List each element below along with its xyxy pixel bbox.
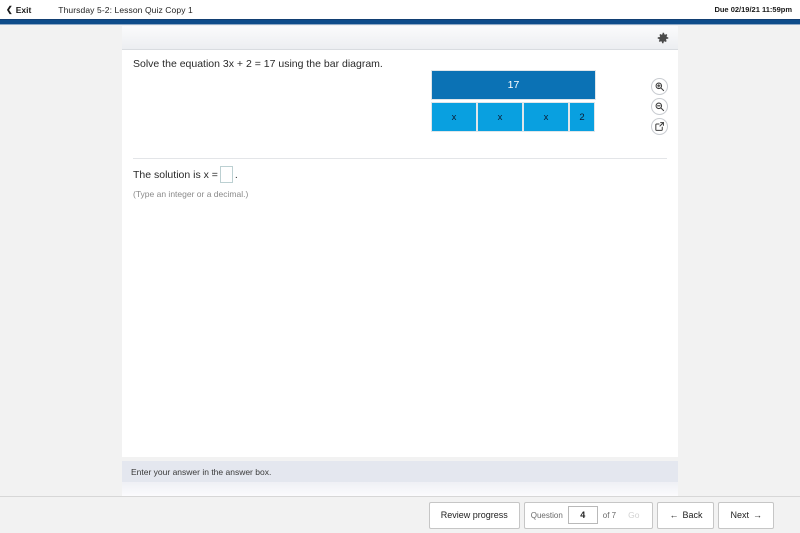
answer-input[interactable] [219, 166, 233, 183]
gear-icon[interactable] [654, 29, 672, 47]
diagram-tools [651, 78, 668, 135]
status-bar: Enter your answer in the answer box. [122, 461, 678, 482]
answer-area: The solution is x = . (Type an integer o… [133, 166, 248, 199]
app-header: ❮ Exit Thursday 5-2: Lesson Quiz Copy 1 … [0, 0, 800, 19]
section-divider [133, 158, 667, 159]
question-label: Question [530, 510, 563, 520]
bar-diagram-part: x [431, 102, 477, 132]
quiz-app: ❮ Exit Thursday 5-2: Lesson Quiz Copy 1 … [0, 0, 800, 533]
question-panel: Solve the equation 3x + 2 = 17 using the… [122, 50, 678, 457]
review-progress-button[interactable]: Review progress [428, 501, 520, 529]
panel-toolbar [122, 26, 678, 50]
bottom-navigation: Review progress Question of 7 Go ← Back … [0, 496, 800, 533]
due-date: Due 02/19/21 11:59pm [714, 5, 792, 14]
pop-out-icon[interactable] [651, 118, 668, 135]
question-prompt: Solve the equation 3x + 2 = 17 using the… [133, 58, 383, 70]
answer-hint: (Type an integer or a decimal.) [133, 189, 249, 199]
zoom-in-icon[interactable] [651, 78, 668, 95]
arrow-right-icon: → [753, 510, 762, 520]
next-button[interactable]: Next → [718, 501, 774, 529]
arrow-left-icon: ← [669, 510, 679, 520]
question-total-label: of 7 [602, 510, 617, 520]
next-label: Next [730, 510, 749, 520]
chevron-left-icon: ❮ [6, 4, 13, 14]
answer-prefix: The solution is x = [133, 168, 218, 181]
back-label: Back [682, 510, 703, 520]
bar-diagram-part: 2 [569, 102, 595, 132]
bar-diagram: 17 x x x 2 [431, 70, 668, 135]
zoom-out-icon[interactable] [651, 98, 668, 115]
answer-suffix: . [234, 168, 238, 181]
question-area: Solve the equation 3x + 2 = 17 using the… [122, 50, 678, 159]
question-jump-group: Question of 7 Go [523, 501, 654, 529]
back-button[interactable]: ← Back [657, 501, 715, 529]
question-number-input[interactable] [567, 506, 598, 524]
quiz-title: Thursday 5-2: Lesson Quiz Copy 1 [58, 4, 193, 15]
bar-diagram-part: x [523, 102, 569, 132]
panel-footer-band [122, 482, 678, 496]
header-accent-rule [0, 19, 800, 25]
bar-diagram-part: x [477, 102, 523, 132]
answer-line: The solution is x = . [133, 166, 248, 183]
go-button[interactable]: Go [621, 510, 646, 520]
bar-diagram-total: 17 [431, 70, 596, 100]
exit-label: Exit [15, 4, 32, 15]
bar-diagram-parts: x x x 2 [431, 102, 596, 132]
exit-button[interactable]: ❮ Exit [6, 5, 31, 15]
status-message: Enter your answer in the answer box. [131, 466, 272, 477]
